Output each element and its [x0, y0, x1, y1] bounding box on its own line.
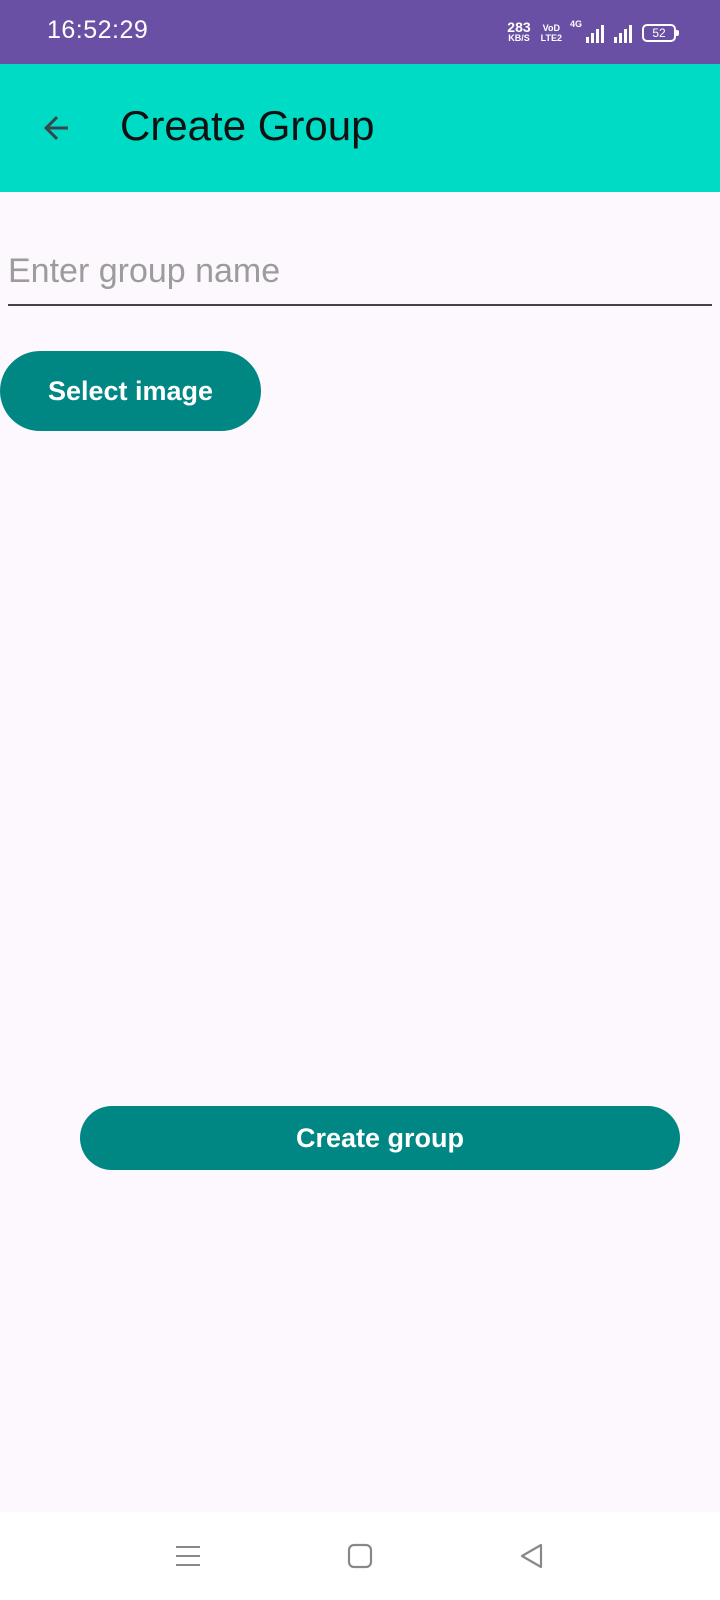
- status-time: 16:52:29: [47, 16, 149, 44]
- network-speed-unit: KB/S: [508, 33, 530, 43]
- create-group-button[interactable]: Create group: [80, 1106, 680, 1170]
- system-nav-bar: [0, 1512, 720, 1600]
- menu-icon: [176, 1546, 200, 1566]
- back-button[interactable]: [32, 104, 80, 152]
- status-bar: 16:52:29 283 KB/S VoD LTE2 4G 52: [0, 0, 720, 64]
- network-speed-value: 283: [507, 19, 531, 35]
- status-icons: 283 KB/S VoD LTE2 4G 52: [507, 18, 679, 48]
- nav-back-button[interactable]: [508, 1532, 556, 1580]
- battery-level: 52: [652, 26, 666, 40]
- back-triangle-icon: [520, 1543, 543, 1569]
- group-name-input[interactable]: [8, 246, 712, 306]
- signal-strength-icon: [614, 23, 632, 43]
- app-bar: Create Group: [0, 64, 720, 192]
- home-button[interactable]: [336, 1532, 384, 1580]
- network-type-label: 4G: [570, 19, 583, 29]
- page-title: Create Group: [120, 102, 375, 149]
- volte-bottom-label: LTE2: [540, 33, 562, 43]
- volte-top-label: VoD: [542, 23, 560, 33]
- back-arrow-icon: [44, 116, 68, 140]
- select-image-button[interactable]: Select image: [0, 351, 261, 431]
- battery-icon: 52: [642, 24, 679, 42]
- signal-4g-icon: 4G: [570, 19, 604, 43]
- recents-button[interactable]: [164, 1532, 212, 1580]
- volte-icon: VoD LTE2: [541, 23, 562, 43]
- home-icon: [347, 1543, 373, 1569]
- network-speed-indicator: 283 KB/S: [507, 19, 531, 44]
